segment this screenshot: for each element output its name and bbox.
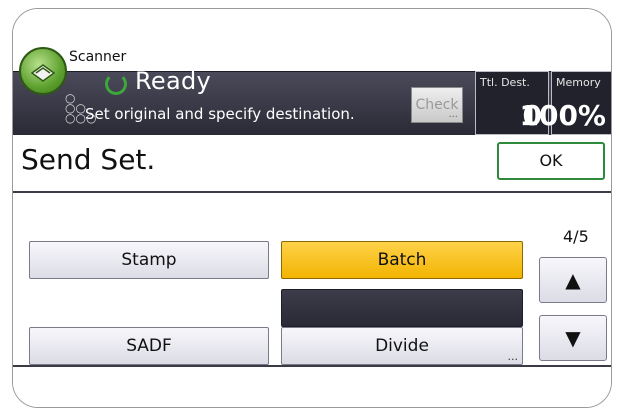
page-up-button[interactable]: ▲: [539, 257, 607, 303]
total-dest-label: Ttl. Dest.: [480, 76, 530, 89]
stamp-button[interactable]: Stamp: [29, 241, 269, 279]
batch-button[interactable]: Batch: [281, 241, 523, 279]
status-text: Ready: [135, 67, 212, 95]
scanner-icon[interactable]: [19, 47, 67, 95]
title-bar: Send Set. OK: [13, 135, 611, 193]
device-screen: Scanner Ready ○ ○○ ○○○ Set original and sp…: [12, 8, 612, 408]
check-button[interactable]: Check ...: [411, 87, 463, 123]
memory-indicator: Memory 100%: [519, 71, 611, 135]
sadf-button[interactable]: SADF: [29, 327, 269, 365]
divide-label: Divide: [375, 336, 429, 356]
page-down-button[interactable]: ▼: [539, 315, 607, 361]
check-ellipsis: ...: [448, 109, 458, 120]
page-indicator: 4/5: [563, 227, 589, 246]
scanner-glyph-icon: [30, 64, 56, 82]
ok-button[interactable]: OK: [497, 142, 605, 180]
page-title: Send Set.: [21, 143, 156, 176]
app-name: Scanner: [69, 49, 127, 65]
instruction-text: Set original and specify destination.: [85, 105, 355, 123]
divide-ellipsis: ...: [507, 350, 519, 363]
header: Scanner Ready ○ ○○ ○○○ Set original and sp…: [13, 9, 611, 137]
memory-label: Memory: [556, 76, 601, 89]
memory-value: 100%: [519, 99, 606, 132]
ready-ring-icon: [105, 73, 127, 95]
blank-dark-button: [281, 289, 523, 327]
settings-panel: Stamp Batch SADF Divide ... 4/5 ▲ ▼: [13, 193, 611, 367]
footer-area: [13, 367, 611, 407]
divide-button[interactable]: Divide ...: [281, 327, 523, 365]
